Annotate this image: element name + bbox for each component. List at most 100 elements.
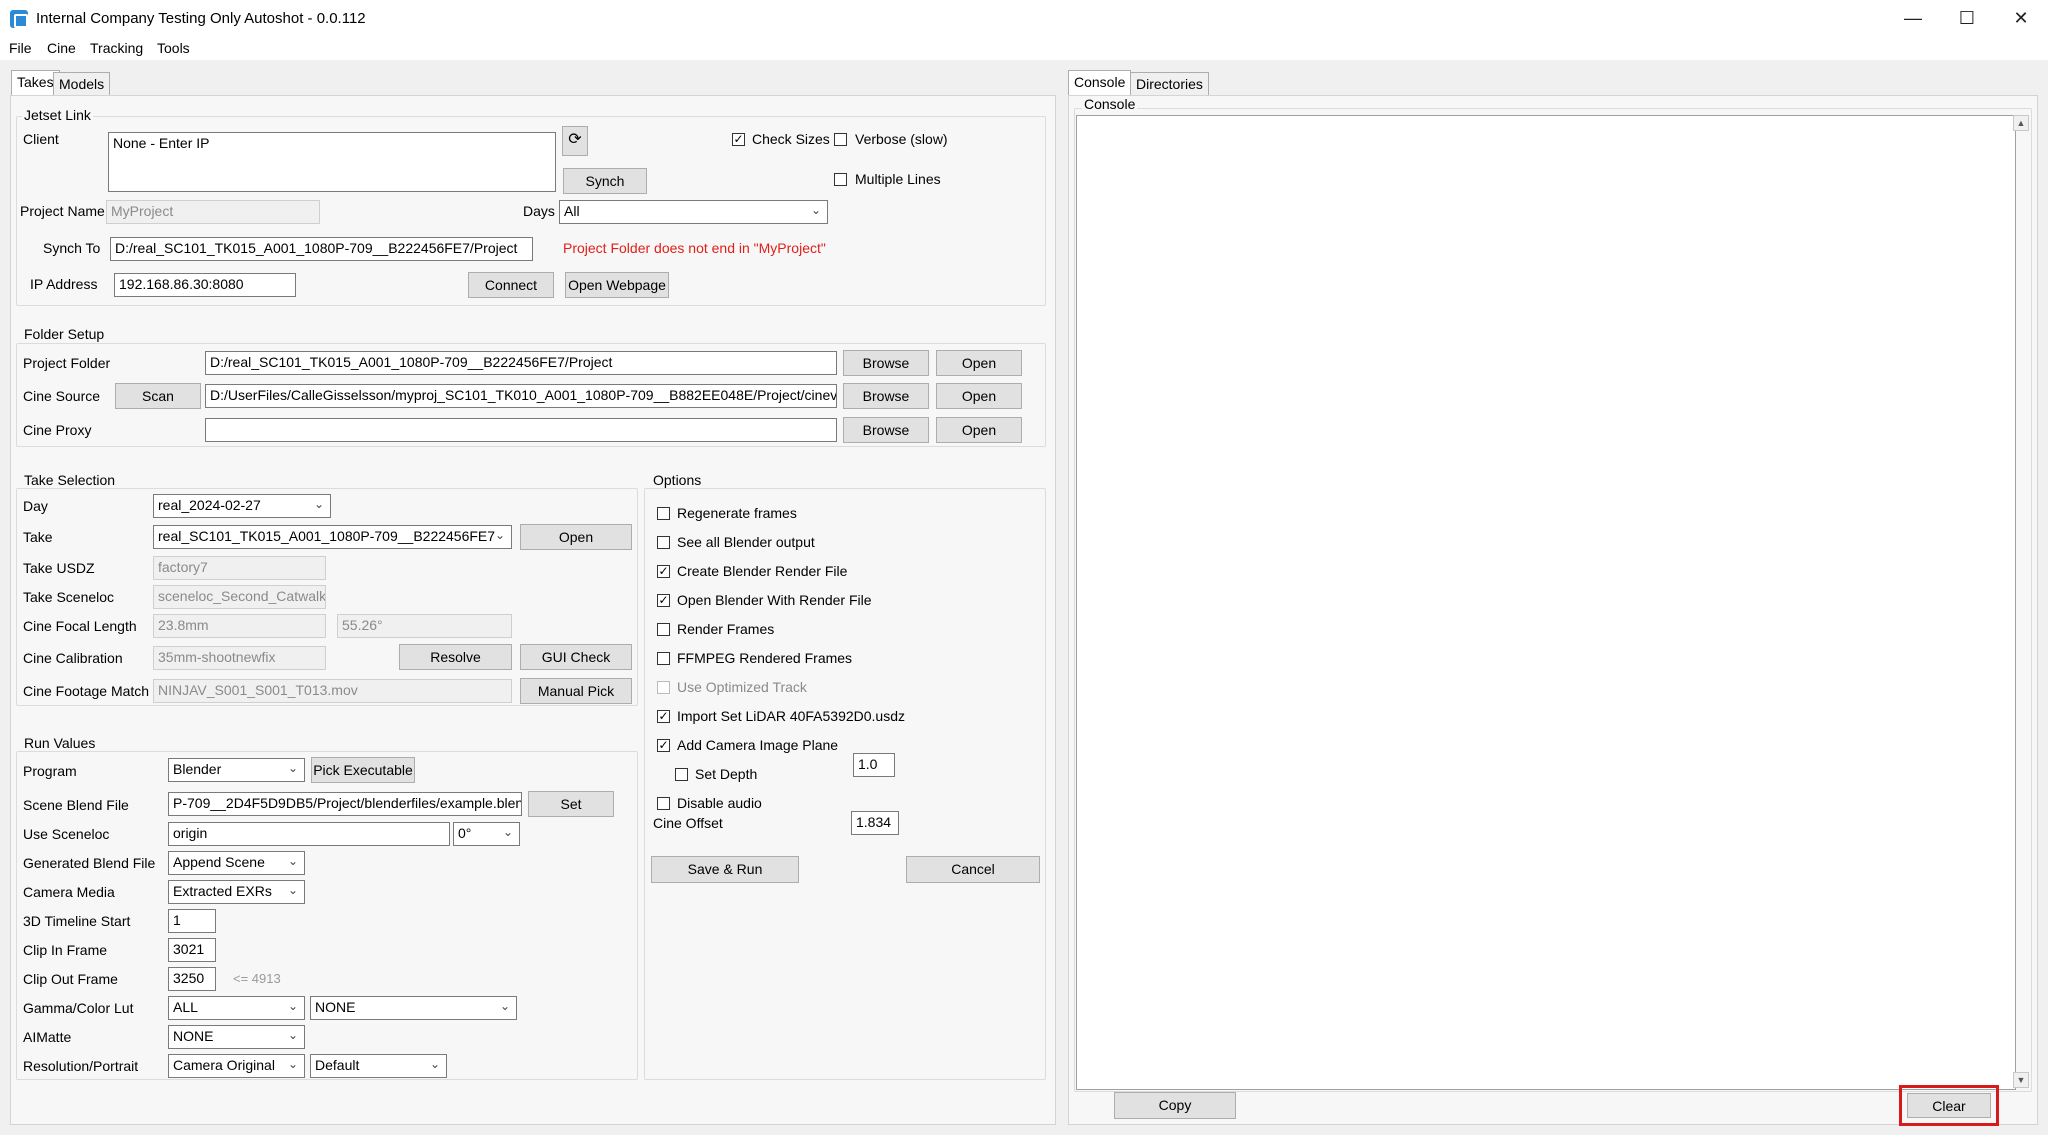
cine-calibration-input[interactable]: 35mm-shootnewfix	[153, 646, 326, 670]
tab-console[interactable]: Console	[1068, 70, 1132, 96]
generated-blend-file-select[interactable]: Append Scene ⌄	[168, 851, 305, 875]
synch-to-input[interactable]: D:/real_SC101_TK015_A001_1080P-709__B222…	[110, 237, 533, 261]
connect-button[interactable]: Connect	[468, 272, 554, 298]
menu-tracking[interactable]: Tracking	[90, 38, 143, 58]
copy-button[interactable]: Copy	[1114, 1092, 1236, 1119]
day-select[interactable]: real_2024-02-27 ⌄	[153, 494, 331, 518]
cine-source-input[interactable]: D:/UserFiles/CalleGisselsson/myproj_SC10…	[205, 384, 837, 408]
tab-models[interactable]: Models	[53, 72, 111, 96]
timeline-start-label: 3D Timeline Start	[23, 913, 131, 929]
save-run-button[interactable]: Save & Run	[651, 856, 799, 883]
jetset-link-title: Jetset Link	[22, 107, 93, 123]
ip-address-input[interactable]: 192.168.86.30:8080	[114, 273, 296, 297]
pick-executable-button[interactable]: Pick Executable	[311, 757, 415, 783]
take-selection-title: Take Selection	[22, 472, 118, 488]
cine-focal-length-input[interactable]: 23.8mm	[153, 614, 326, 638]
take-value: real_SC101_TK015_A001_1080P-709__B222456…	[158, 528, 496, 544]
resolution-select[interactable]: Camera Original ⌄	[168, 1054, 305, 1078]
generated-blend-file-label: Generated Blend File	[23, 855, 156, 871]
cine-offset-label: Cine Offset	[653, 815, 723, 831]
tab-directories[interactable]: Directories	[1130, 72, 1209, 96]
take-open-button[interactable]: Open	[520, 524, 632, 550]
scene-blend-file-input[interactable]: P-709__2D4F5D9DB5/Project/blenderfiles/e…	[168, 792, 522, 816]
cine-source-browse-button[interactable]: Browse	[843, 383, 929, 409]
scroll-down-icon[interactable]: ▼	[2013, 1072, 2029, 1088]
gamma-select[interactable]: ALL ⌄	[168, 996, 305, 1020]
resolve-button[interactable]: Resolve	[399, 644, 512, 670]
clip-in-frame-input[interactable]: 3021	[168, 938, 216, 962]
option-checkbox[interactable]	[675, 768, 688, 781]
clear-button[interactable]: Clear	[1907, 1093, 1991, 1118]
program-select[interactable]: Blender ⌄	[168, 758, 305, 782]
cine-fov-input[interactable]: 55.26°	[337, 614, 512, 638]
option-checkbox[interactable]	[657, 507, 670, 520]
use-sceneloc-input[interactable]: origin	[168, 822, 450, 846]
cancel-button[interactable]: Cancel	[906, 856, 1040, 883]
days-value: All	[564, 203, 580, 219]
day-label: Day	[23, 498, 48, 514]
option-label: Set Depth	[695, 766, 758, 782]
synch-button[interactable]: Synch	[563, 168, 647, 194]
lut-select[interactable]: NONE ⌄	[310, 996, 517, 1020]
option-checkbox[interactable]	[657, 536, 670, 549]
cine-footage-match-input[interactable]: NINJAV_S001_S001_T013.mov	[153, 679, 512, 703]
cine-offset-input[interactable]: 1.834	[851, 811, 899, 835]
option-checkbox	[657, 681, 670, 694]
client-input[interactable]: None - Enter IP	[108, 132, 556, 192]
gamma-value: ALL	[173, 999, 198, 1015]
multiple-lines-checkbox[interactable]	[834, 173, 847, 186]
project-name-input[interactable]: MyProject	[106, 200, 320, 224]
portrait-value: Default	[315, 1057, 360, 1073]
menu-tools[interactable]: Tools	[157, 38, 190, 58]
close-button[interactable]: ✕	[1994, 0, 2048, 38]
maximize-button[interactable]: ☐	[1940, 0, 1994, 38]
option-checkbox[interactable]: ✓	[657, 739, 670, 752]
option-checkbox[interactable]: ✓	[657, 594, 670, 607]
scan-button[interactable]: Scan	[115, 383, 201, 409]
option-checkbox[interactable]	[657, 623, 670, 636]
option-checkbox[interactable]	[657, 797, 670, 810]
refresh-icon[interactable]: ⟳	[562, 126, 588, 156]
take-sceneloc-input[interactable]: sceneloc_Second_Catwalk	[153, 585, 326, 609]
scroll-up-icon[interactable]: ▲	[2013, 115, 2029, 131]
project-folder-input[interactable]: D:/real_SC101_TK015_A001_1080P-709__B222…	[205, 351, 837, 375]
project-folder-open-button[interactable]: Open	[936, 350, 1022, 376]
clip-out-frame-input[interactable]: 3250	[168, 967, 216, 991]
option-label: Render Frames	[677, 621, 775, 637]
menu-cine[interactable]: Cine	[47, 38, 76, 58]
option-checkbox[interactable]: ✓	[657, 710, 670, 723]
take-usdz-input[interactable]: factory7	[153, 556, 326, 580]
chevron-down-icon: ⌄	[502, 825, 513, 839]
verbose-checkbox[interactable]	[834, 133, 847, 146]
chevron-down-icon: ⌄	[287, 883, 298, 897]
option-checkbox[interactable]	[657, 652, 670, 665]
clip-out-hint: <= 4913	[233, 971, 281, 986]
menu-file[interactable]: File	[9, 38, 32, 58]
project-folder-browse-button[interactable]: Browse	[843, 350, 929, 376]
rotation-select[interactable]: 0° ⌄	[453, 822, 520, 846]
days-label: Days	[523, 203, 555, 219]
take-select[interactable]: real_SC101_TK015_A001_1080P-709__B222456…	[153, 525, 512, 549]
camera-media-select[interactable]: Extracted EXRs ⌄	[168, 880, 305, 904]
set-depth-input[interactable]: 1.0	[853, 753, 895, 777]
check-sizes-checkbox[interactable]: ✓	[732, 133, 745, 146]
aimatte-select[interactable]: NONE ⌄	[168, 1025, 305, 1049]
multiple-lines-label: Multiple Lines	[855, 171, 941, 187]
chevron-down-icon: ⌄	[287, 761, 298, 775]
window-title: Internal Company Testing Only Autoshot -…	[36, 10, 366, 27]
gui-check-button[interactable]: GUI Check	[520, 644, 632, 670]
days-select[interactable]: All ⌄	[559, 200, 828, 224]
cine-source-open-button[interactable]: Open	[936, 383, 1022, 409]
timeline-start-input[interactable]: 1	[168, 909, 216, 933]
cine-proxy-input[interactable]	[205, 418, 837, 442]
minimize-button[interactable]: —	[1886, 0, 1940, 38]
portrait-select[interactable]: Default ⌄	[310, 1054, 447, 1078]
option-checkbox[interactable]: ✓	[657, 565, 670, 578]
cine-proxy-browse-button[interactable]: Browse	[843, 417, 929, 443]
manual-pick-button[interactable]: Manual Pick	[520, 678, 632, 704]
set-button[interactable]: Set	[528, 791, 614, 817]
option-label: Add Camera Image Plane	[677, 737, 839, 753]
console-output[interactable]	[1076, 115, 2016, 1090]
cine-proxy-open-button[interactable]: Open	[936, 417, 1022, 443]
open-webpage-button[interactable]: Open Webpage	[565, 272, 669, 298]
